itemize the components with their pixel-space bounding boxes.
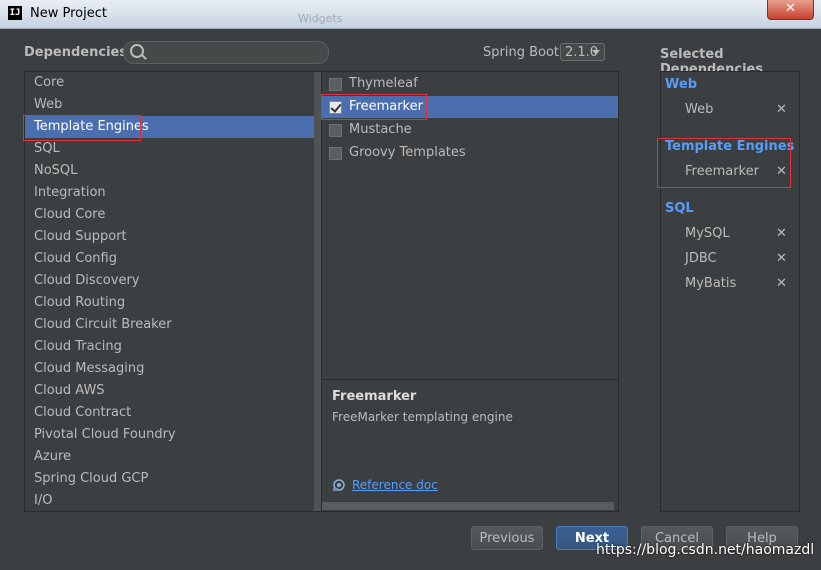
dependency-checkbox-checked[interactable] [329,101,342,114]
dependency-checkbox[interactable] [329,78,342,91]
category-label: Pivotal Cloud Foundry [34,427,176,442]
category-item[interactable]: Azure [25,446,315,468]
remove-icon[interactable]: ✕ [776,276,787,291]
selected-dependency: Web [685,102,714,117]
category-item[interactable]: Cloud Support [25,226,315,248]
selected-dependency: JDBC [685,251,717,266]
category-item[interactable]: Cloud Tracing [25,336,315,358]
watermark: https://blog.csdn.net/haomazdl [596,542,815,558]
category-label: Cloud AWS [34,383,105,398]
category-label: Spring Cloud GCP [34,471,149,486]
selected-dependency: MyBatis [685,276,737,291]
close-window-button[interactable]: ✕ [767,0,814,20]
dependency-checkbox[interactable] [329,147,342,160]
category-label: Integration [34,185,106,200]
previous-button[interactable]: Previous [471,526,543,550]
category-label: Cloud Messaging [34,361,145,376]
category-label: Core [34,75,65,90]
dependency-item[interactable]: Mustache [322,119,618,141]
reference-doc-icon [333,479,345,491]
category-item[interactable]: Cloud Circuit Breaker [25,314,315,336]
dependency-checkbox[interactable] [329,124,342,137]
window-title: New Project [30,6,107,21]
selected-dependencies-panel: Web Web ✕ Template Engines Freemarker ✕ … [660,71,800,512]
dependency-item-selected[interactable]: Freemarker [322,96,618,118]
category-item[interactable]: Cloud Config [25,248,315,270]
category-label: Cloud Tracing [34,339,122,354]
category-item[interactable]: Cloud AWS [25,380,315,402]
chevron-down-icon [592,50,600,55]
remove-icon[interactable]: ✕ [776,102,787,117]
selected-group-template-engines: Template Engines [665,139,795,154]
category-label: Template Engines [34,119,149,134]
category-item[interactable]: Spring Cloud GCP [25,468,315,490]
category-label: Cloud Discovery [34,273,140,288]
category-label: Cloud Contract [34,405,132,420]
category-label: Azure [34,449,72,464]
search-input[interactable] [123,41,329,64]
category-item[interactable]: Cloud Messaging [25,358,315,380]
title-bar[interactable]: IJ New Project Widgets ✕ [0,0,821,29]
category-item[interactable]: Cloud Core [25,204,315,226]
dependencies-label: Dependencies [24,45,128,60]
category-item[interactable]: SQL [25,138,315,160]
category-item[interactable]: Cloud Discovery [25,270,315,292]
dependency-item[interactable]: Groovy Templates [322,142,618,164]
description-divider [322,379,618,380]
category-label: Cloud Config [34,251,117,266]
remove-icon[interactable]: ✕ [776,164,787,179]
selected-group-web: Web [665,77,697,92]
category-label: SQL [34,141,60,156]
category-label: I/O [34,493,53,508]
dependency-label: Mustache [349,122,412,137]
search-icon [130,44,144,58]
category-label: Cloud Core [34,207,106,222]
dependency-label: Freemarker [349,99,423,114]
dependency-label: Thymeleaf [349,76,418,91]
category-label: Cloud Support [34,229,127,244]
new-project-dialog: IJ New Project Widgets ✕ Dependencies Sp… [0,0,821,570]
category-label: Cloud Routing [34,295,126,310]
spring-boot-version-select[interactable]: 2.1.0 [560,43,605,61]
horizontal-scrollbar[interactable] [322,502,614,510]
category-item[interactable]: I/O [25,490,315,512]
intellij-app-icon: IJ [8,6,22,20]
category-item-selected[interactable]: Template Engines [25,116,315,138]
reference-doc-link[interactable]: Reference doc [352,478,438,492]
category-item[interactable]: Cloud Routing [25,292,315,314]
category-list-scrollbar[interactable] [314,72,321,511]
remove-icon[interactable]: ✕ [776,226,787,241]
dependency-label: Groovy Templates [349,145,466,160]
category-label: Cloud Circuit Breaker [34,317,172,332]
selected-dependency: Freemarker [685,164,759,179]
dependency-list[interactable]: Thymeleaf Freemarker Mustache Groovy Tem… [321,71,619,512]
description-text: FreeMarker templating engine [332,410,513,424]
spring-boot-label: Spring Boot [483,45,560,60]
category-item[interactable]: Integration [25,182,315,204]
description-title: Freemarker [332,389,417,404]
dependency-item[interactable]: Thymeleaf [322,73,618,95]
category-item[interactable]: NoSQL [25,160,315,182]
category-item[interactable]: Cloud Contract [25,402,315,424]
selected-dependency: MySQL [685,226,730,241]
category-item[interactable]: Core [25,72,315,94]
category-item[interactable]: Pivotal Cloud Foundry [25,424,315,446]
remove-icon[interactable]: ✕ [776,251,787,266]
background-window-tab: Widgets [298,12,343,25]
category-item[interactable]: Web [25,94,315,116]
category-list[interactable]: Core Web Template Engines SQL NoSQL Inte… [24,71,321,512]
category-label: NoSQL [34,163,78,178]
category-label: Web [34,97,63,112]
selected-group-sql: SQL [665,201,694,216]
